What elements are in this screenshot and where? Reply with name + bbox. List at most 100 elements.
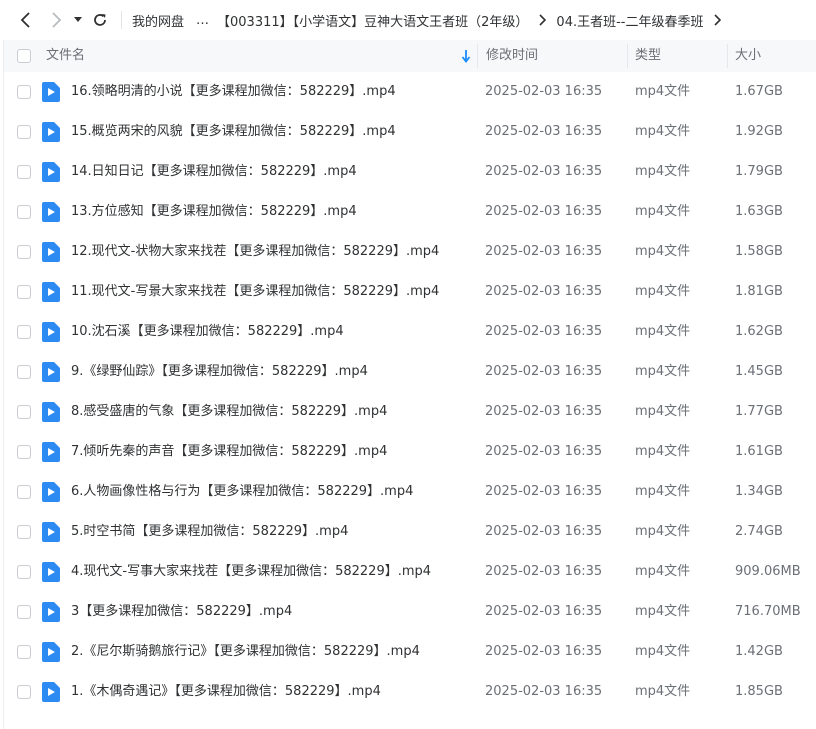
file-row[interactable]: 7.倾听先秦的声音【更多课程加微信：582229】.mp4 2025-02-03 … <box>4 432 816 472</box>
caret-down-icon <box>74 17 82 22</box>
file-modified-time: 2025-02-03 16:35 <box>485 644 603 659</box>
file-type: mp4文件 <box>635 84 691 99</box>
file-modified-time: 2025-02-03 16:35 <box>485 484 603 499</box>
column-header-type[interactable]: 类型 <box>635 40 661 72</box>
file-name[interactable]: 16.领略明清的小说【更多课程加微信：582229】.mp4 <box>71 72 396 112</box>
file-type: mp4文件 <box>635 564 691 579</box>
file-row[interactable]: 6.人物画像性格与行为【更多课程加微信：582229】.mp4 2025-02-0… <box>4 472 816 512</box>
file-name[interactable]: 5.时空书简【更多课程加微信：582229】.mp4 <box>71 512 348 552</box>
file-row[interactable]: 1.《木偶奇遇记》【更多课程加微信：582229】.mp4 2025-02-03 … <box>4 672 816 712</box>
file-type: mp4文件 <box>635 284 691 299</box>
chevron-right-icon <box>52 12 62 28</box>
breadcrumb-item-root[interactable]: 我的网盘 <box>130 11 186 30</box>
row-checkbox[interactable] <box>17 645 31 659</box>
row-checkbox[interactable] <box>17 285 31 299</box>
file-name[interactable]: 2.《尼尔斯骑鹅旅行记》【更多课程加微信：582229】.mp4 <box>71 632 420 672</box>
file-size: 2.74GB <box>735 524 783 539</box>
file-type: mp4文件 <box>635 324 691 339</box>
file-size: 1.85GB <box>735 684 783 699</box>
row-checkbox[interactable] <box>17 605 31 619</box>
file-modified-time: 2025-02-03 16:35 <box>485 524 603 539</box>
file-size: 716.70MB <box>735 604 801 619</box>
file-name[interactable]: 8.感受盛唐的气象【更多课程加微信：582229】.mp4 <box>71 392 387 432</box>
video-file-icon <box>42 162 60 182</box>
row-checkbox[interactable] <box>17 165 31 179</box>
column-divider[interactable] <box>727 44 728 68</box>
column-header-name[interactable]: 文件名 <box>46 40 85 72</box>
file-name[interactable]: 6.人物画像性格与行为【更多课程加微信：582229】.mp4 <box>71 472 413 512</box>
file-row[interactable]: 9.《绿野仙踪》【更多课程加微信：582229】.mp4 2025-02-03 1… <box>4 352 816 392</box>
file-modified-time: 2025-02-03 16:35 <box>485 684 603 699</box>
file-row[interactable]: 3【更多课程加微信：582229】.mp4 2025-02-03 16:35 mp4… <box>4 592 816 632</box>
file-list-header: 文件名 修改时间 类型 大小 <box>4 40 816 72</box>
file-name[interactable]: 9.《绿野仙踪》【更多课程加微信：582229】.mp4 <box>71 352 368 392</box>
file-name[interactable]: 4.现代文-写事大家来找茬【更多课程加微信：582229】.mp4 <box>71 552 431 592</box>
video-file-icon <box>42 682 60 702</box>
row-checkbox[interactable] <box>17 445 31 459</box>
sort-arrow-down-icon[interactable] <box>461 49 471 63</box>
breadcrumb-ellipsis[interactable]: … <box>186 13 215 28</box>
file-name[interactable]: 13.方位感知【更多课程加微信：582229】.mp4 <box>71 192 357 232</box>
file-size: 1.77GB <box>735 404 783 419</box>
video-file-icon <box>42 562 60 582</box>
file-row[interactable]: 11.现代文-写景大家来找茬【更多课程加微信：582229】.mp4 2025-0… <box>4 272 816 312</box>
select-all-checkbox[interactable] <box>17 49 31 63</box>
column-divider[interactable] <box>477 44 478 68</box>
file-type: mp4文件 <box>635 644 691 659</box>
row-checkbox[interactable] <box>17 565 31 579</box>
file-modified-time: 2025-02-03 16:35 <box>485 124 603 139</box>
file-row[interactable]: 14.日知日记【更多课程加微信：582229】.mp4 2025-02-03 16… <box>4 152 816 192</box>
file-row[interactable]: 15.概览两宋的风貌【更多课程加微信：582229】.mp4 2025-02-03… <box>4 112 816 152</box>
file-size: 909.06MB <box>735 564 801 579</box>
file-name[interactable]: 1.《木偶奇遇记》【更多课程加微信：582229】.mp4 <box>71 672 381 712</box>
file-row[interactable]: 16.领略明清的小说【更多课程加微信：582229】.mp4 2025-02-03… <box>4 72 816 112</box>
nav-divider <box>121 11 122 29</box>
file-name[interactable]: 12.现代文-状物大家来找茬【更多课程加微信：582229】.mp4 <box>71 232 439 272</box>
row-checkbox[interactable] <box>17 205 31 219</box>
forward-button[interactable] <box>43 7 69 33</box>
file-name[interactable]: 11.现代文-写景大家来找茬【更多课程加微信：582229】.mp4 <box>71 272 439 312</box>
breadcrumb-item-current[interactable]: 04.王者班--二年级春季班 <box>554 11 705 30</box>
file-name[interactable]: 7.倾听先秦的声音【更多课程加微信：582229】.mp4 <box>71 432 387 472</box>
file-row[interactable]: 12.现代文-状物大家来找茬【更多课程加微信：582229】.mp4 2025-0… <box>4 232 816 272</box>
video-file-icon <box>42 202 60 222</box>
history-dropdown-button[interactable] <box>67 7 89 33</box>
video-file-icon <box>42 482 60 502</box>
file-size: 1.42GB <box>735 644 783 659</box>
row-checkbox[interactable] <box>17 325 31 339</box>
column-header-size[interactable]: 大小 <box>735 40 761 72</box>
file-modified-time: 2025-02-03 16:35 <box>485 244 603 259</box>
file-name[interactable]: 3【更多课程加微信：582229】.mp4 <box>71 592 292 632</box>
video-file-icon <box>42 82 60 102</box>
row-checkbox[interactable] <box>17 485 31 499</box>
file-row[interactable]: 10.沈石溪【更多课程加微信：582229】.mp4 2025-02-03 16:… <box>4 312 816 352</box>
breadcrumb-item-course[interactable]: 【003311】【小学语文】豆神大语文王者班（2年级） <box>215 11 530 30</box>
row-checkbox[interactable] <box>17 365 31 379</box>
back-button[interactable] <box>13 7 39 33</box>
refresh-button[interactable] <box>87 7 113 33</box>
file-type: mp4文件 <box>635 404 691 419</box>
breadcrumb: 我的网盘 … 【003311】【小学语文】豆神大语文王者班（2年级） 04.王者… <box>130 0 729 40</box>
file-row[interactable]: 5.时空书简【更多课程加微信：582229】.mp4 2025-02-03 16:… <box>4 512 816 552</box>
file-row[interactable]: 2.《尼尔斯骑鹅旅行记》【更多课程加微信：582229】.mp4 2025-02-… <box>4 632 816 672</box>
video-file-icon <box>42 602 60 622</box>
file-name[interactable]: 15.概览两宋的风貌【更多课程加微信：582229】.mp4 <box>71 112 396 152</box>
file-row[interactable]: 8.感受盛唐的气象【更多课程加微信：582229】.mp4 2025-02-03 … <box>4 392 816 432</box>
file-row[interactable]: 4.现代文-写事大家来找茬【更多课程加微信：582229】.mp4 2025-02… <box>4 552 816 592</box>
row-checkbox[interactable] <box>17 525 31 539</box>
file-name[interactable]: 10.沈石溪【更多课程加微信：582229】.mp4 <box>71 312 344 352</box>
file-name[interactable]: 14.日知日记【更多课程加微信：582229】.mp4 <box>71 152 357 192</box>
row-checkbox[interactable] <box>17 245 31 259</box>
file-size: 1.45GB <box>735 364 783 379</box>
row-checkbox[interactable] <box>17 125 31 139</box>
column-divider[interactable] <box>627 44 628 68</box>
file-type: mp4文件 <box>635 124 691 139</box>
file-modified-time: 2025-02-03 16:35 <box>485 564 603 579</box>
video-file-icon <box>42 242 60 262</box>
row-checkbox[interactable] <box>17 85 31 99</box>
row-checkbox[interactable] <box>17 685 31 699</box>
column-header-time[interactable]: 修改时间 <box>486 40 538 72</box>
row-checkbox[interactable] <box>17 405 31 419</box>
file-row[interactable]: 13.方位感知【更多课程加微信：582229】.mp4 2025-02-03 16… <box>4 192 816 232</box>
file-size: 1.81GB <box>735 284 783 299</box>
